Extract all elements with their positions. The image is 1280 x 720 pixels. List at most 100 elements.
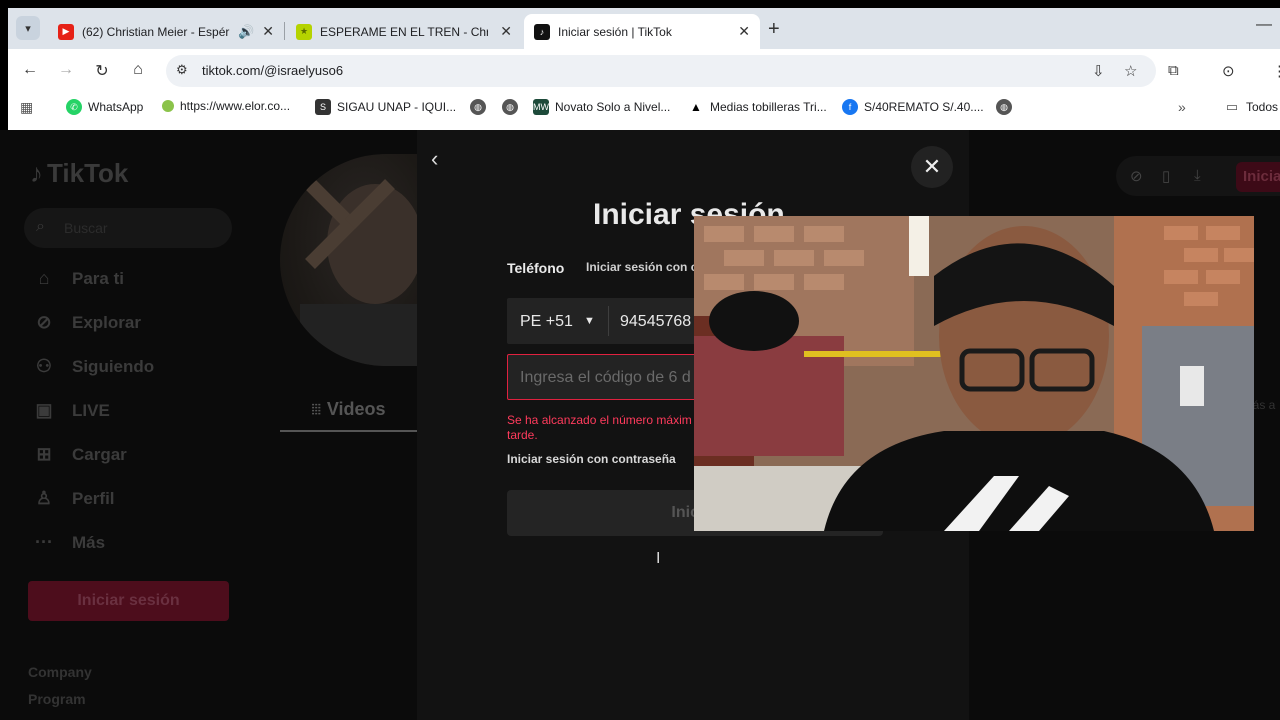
tiktok-icon: ♪ bbox=[30, 158, 43, 188]
bookmark-label: Todos bbox=[1246, 100, 1279, 114]
alt-login-link[interactable]: Iniciar sesión con c bbox=[586, 260, 697, 274]
bookmark-globe[interactable]: ◍ bbox=[470, 99, 492, 115]
back-icon[interactable]: ← bbox=[20, 61, 40, 79]
country-code-select[interactable]: PE +51 bbox=[520, 313, 573, 331]
sidebar-item-live[interactable]: ▣ LIVE bbox=[30, 400, 110, 421]
footer-link[interactable]: Company bbox=[28, 664, 92, 680]
close-button[interactable]: ✕ bbox=[911, 146, 953, 188]
tab-esperame[interactable]: ★ ESPERAME EN EL TREN - Christ ✕ bbox=[286, 14, 522, 49]
text-cursor-icon: I bbox=[656, 550, 661, 567]
home-icon[interactable]: ⌂ bbox=[128, 61, 148, 79]
tab-strip: ▾ ▶ (62) Christian Meier - Espér 🔊 ✕ ★ E… bbox=[8, 8, 1280, 49]
bookmark-all[interactable]: ▭ Todos bbox=[1224, 99, 1278, 115]
browser-toolbar: ← → ↻ ⌂ ⚙ tiktok.com/@israelyuso6 ⇩ ☆ ⧉ … bbox=[8, 49, 1280, 93]
sidebar-item-siguiendo[interactable]: ⚇ Siguiendo bbox=[30, 356, 154, 377]
install-app-icon[interactable]: ⇩ bbox=[1092, 62, 1105, 80]
facebook-icon: f bbox=[842, 99, 858, 115]
globe-icon: ◍ bbox=[502, 99, 518, 115]
sidebar-item-label: LIVE bbox=[72, 400, 110, 420]
reload-icon[interactable]: ↻ bbox=[92, 61, 112, 81]
error-message: Se ha alcanzado el número máxim tarde. bbox=[507, 413, 707, 443]
bookmark-whatsapp[interactable]: ✆ WhatsApp bbox=[66, 99, 143, 115]
extensions-icon[interactable]: ⧉ bbox=[1168, 62, 1179, 79]
bookmark-elor[interactable]: https://www.elor.co... bbox=[162, 99, 290, 113]
forward-icon[interactable]: → bbox=[56, 61, 76, 79]
close-tab-icon[interactable]: ✕ bbox=[262, 23, 274, 40]
mw-icon: MW bbox=[533, 99, 549, 115]
avatar-image bbox=[300, 179, 420, 366]
coin-icon[interactable]: ⊘ bbox=[1130, 167, 1143, 185]
site-settings-icon[interactable]: ⚙ bbox=[176, 62, 188, 78]
bookmarks-bar: ▦ ✆ WhatsApp https://www.elor.co... S SI… bbox=[8, 93, 1280, 123]
tab-tiktok[interactable]: ♪ Iniciar sesión | TikTok ✕ bbox=[524, 14, 760, 49]
sidebar-item-cargar[interactable]: ⊞ Cargar bbox=[30, 444, 127, 465]
sidebar-item-para-ti[interactable]: ⌂ Para ti bbox=[30, 268, 124, 289]
tiktok-icon: ♪ bbox=[534, 23, 550, 40]
bookmark-label: WhatsApp bbox=[88, 100, 144, 114]
phone-input[interactable]: 94545768 bbox=[620, 313, 691, 331]
sidebar-login-button[interactable]: Iniciar sesión bbox=[28, 581, 229, 621]
phone-icon[interactable]: ▯ bbox=[1162, 167, 1170, 185]
tab-search-dropdown[interactable]: ▾ bbox=[16, 16, 40, 40]
webcam-image bbox=[694, 216, 1254, 531]
more-icon: ··· bbox=[35, 532, 53, 552]
bookmark-medias[interactable]: ▲ Medias tobilleras Tri... bbox=[688, 99, 827, 115]
close-tab-icon[interactable]: ✕ bbox=[500, 23, 512, 40]
footer-link[interactable]: Program bbox=[28, 691, 86, 707]
address-bar[interactable]: ⚙ tiktok.com/@israelyuso6 ⇩ ☆ bbox=[166, 55, 1156, 87]
apps-icon[interactable]: ▦ bbox=[20, 99, 33, 116]
tab-title: (62) Christian Meier - Espér bbox=[82, 24, 230, 39]
tiktok-logo[interactable]: ♪ TikTok bbox=[30, 158, 128, 189]
tab-label: Videos bbox=[326, 398, 386, 419]
bookmark-novato[interactable]: MW Novato Solo a Nivel... bbox=[533, 99, 670, 115]
bookmark-label: Novato Solo a Nivel... bbox=[555, 100, 671, 114]
sidebar-item-label: Cargar bbox=[72, 444, 127, 464]
more-bookmarks-icon[interactable]: » bbox=[1178, 99, 1186, 115]
tab-youtube[interactable]: ▶ (62) Christian Meier - Espér 🔊 ✕ bbox=[48, 14, 284, 49]
url-text[interactable]: tiktok.com/@israelyuso6 bbox=[202, 63, 343, 78]
divider bbox=[608, 306, 609, 336]
new-tab-button[interactable]: + bbox=[768, 18, 780, 41]
bookmark-sigau[interactable]: S SIGAU UNAP - IQUI... bbox=[315, 99, 456, 115]
folder-icon: ▭ bbox=[1225, 99, 1239, 114]
sidebar-item-label: Explorar bbox=[72, 312, 141, 332]
phone-label: Teléfono bbox=[507, 260, 565, 276]
top-login-button[interactable]: Inicia bbox=[1236, 162, 1280, 192]
live-icon: ▣ bbox=[35, 400, 53, 420]
profile-icon: ♙ bbox=[35, 488, 53, 508]
star-icon: ★ bbox=[296, 23, 312, 40]
bookmark-label: https://www.elor.co... bbox=[180, 99, 291, 113]
bookmark-facebook[interactable]: f S/40REMATO S/.40.... bbox=[842, 99, 984, 115]
bookmark-globe[interactable]: ◍ bbox=[996, 99, 1018, 115]
sidebar-item-label: Perfil bbox=[72, 488, 115, 508]
search-input[interactable]: ⌕ Buscar bbox=[24, 208, 232, 248]
password-login-link[interactable]: Iniciar sesión con contraseña bbox=[507, 452, 676, 466]
lens-icon[interactable]: ⊙ bbox=[1222, 62, 1235, 80]
bookmark-label: S/40REMATO S/.40.... bbox=[864, 100, 984, 114]
back-icon[interactable]: ‹ bbox=[431, 146, 438, 172]
sidebar-item-mas[interactable]: ··· Más bbox=[30, 532, 105, 553]
download-icon[interactable]: ⤓ bbox=[1194, 167, 1201, 184]
menu-icon[interactable]: ⋮ bbox=[1272, 62, 1280, 80]
tab-title: Iniciar sesión | TikTok bbox=[558, 24, 672, 39]
sidebar-item-label: Más bbox=[72, 532, 106, 552]
tab-videos[interactable]: ⦙⦙⦙ Videos bbox=[280, 388, 417, 432]
home-icon: ⌂ bbox=[38, 268, 50, 288]
search-placeholder: Buscar bbox=[64, 220, 108, 236]
chevron-down-icon[interactable]: ▼ bbox=[584, 315, 595, 327]
close-tab-icon[interactable]: ✕ bbox=[738, 23, 750, 40]
sidebar-item-explorar[interactable]: ⊘ Explorar bbox=[30, 312, 141, 333]
sidebar-item-perfil[interactable]: ♙ Perfil bbox=[30, 488, 115, 509]
youtube-icon: ▶ bbox=[58, 23, 74, 40]
sigau-icon: S bbox=[315, 99, 331, 115]
grid-icon: ⦙⦙⦙ bbox=[311, 400, 321, 417]
bookmark-label: Medias tobilleras Tri... bbox=[710, 100, 827, 114]
whatsapp-icon: ✆ bbox=[66, 99, 82, 115]
sidebar-item-label: Para ti bbox=[72, 268, 124, 288]
error-line: tarde. bbox=[507, 428, 538, 442]
minimize-button[interactable]: — bbox=[1256, 16, 1272, 34]
speaker-icon[interactable]: 🔊 bbox=[238, 24, 254, 40]
code-placeholder: Ingresa el código de 6 d bbox=[520, 369, 691, 386]
bookmark-star-icon[interactable]: ☆ bbox=[1124, 62, 1137, 80]
bookmark-globe[interactable]: ◍ bbox=[502, 99, 524, 115]
